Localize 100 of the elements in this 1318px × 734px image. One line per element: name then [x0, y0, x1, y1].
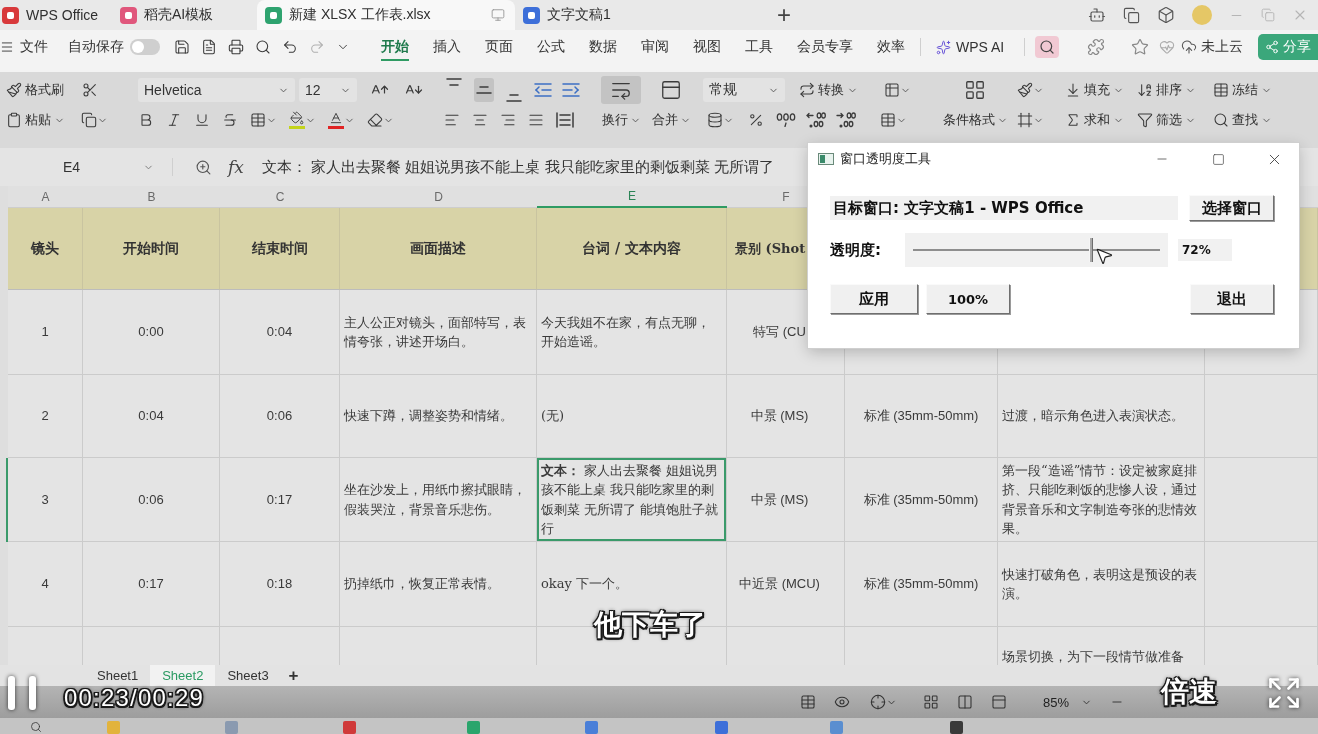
sheet-tab[interactable]: Sheet1: [85, 665, 151, 686]
eraser-icon[interactable]: [367, 112, 383, 128]
function-label[interactable]: fx: [228, 157, 244, 177]
paintbrush-icon[interactable]: [1017, 82, 1033, 98]
frame-icon[interactable]: [1017, 112, 1033, 128]
panel-icon[interactable]: [991, 694, 1007, 710]
window-tab[interactable]: WPS Office: [0, 0, 112, 30]
app-icon[interactable]: [950, 721, 963, 734]
merge-cells-button[interactable]: 合并: [648, 76, 694, 148]
undo-icon[interactable]: [282, 39, 298, 55]
paintbrush-icon[interactable]: [6, 82, 22, 98]
apply-button[interactable]: 应用: [830, 284, 918, 314]
table-icon[interactable]: [880, 112, 896, 128]
swap-arrows-icon[interactable]: [799, 82, 815, 98]
search-icon[interactable]: [1213, 112, 1229, 128]
align-lines-icon[interactable]: [446, 78, 462, 86]
slider-track[interactable]: [913, 238, 1160, 262]
filter-icon[interactable]: [1137, 112, 1153, 128]
file-menu[interactable]: 文件: [20, 38, 48, 56]
table-icon[interactable]: [800, 694, 816, 710]
increase-decimal-icon[interactable]: [836, 112, 856, 128]
search-icon[interactable]: [1035, 36, 1060, 58]
align-middle-button[interactable]: [474, 78, 494, 102]
copy-icon[interactable]: [1123, 6, 1140, 24]
database-icon[interactable]: [707, 112, 723, 128]
ribbon-tab[interactable]: 数据: [589, 33, 617, 61]
clipboard-icon[interactable]: [6, 112, 22, 128]
scissors-icon[interactable]: [82, 82, 98, 98]
columns-icon[interactable]: [957, 694, 973, 710]
grid-icon[interactable]: [250, 112, 266, 128]
window-tab[interactable]: 新建 XLSX 工作表.xlsx: [257, 0, 515, 30]
align-left-icon[interactable]: [444, 112, 460, 128]
font-family-dropdown[interactable]: Helvetica: [138, 78, 295, 102]
add-sheet-button[interactable]: +: [280, 665, 307, 686]
align-right-icon[interactable]: [500, 112, 516, 128]
font-size-dropdown[interactable]: 12: [299, 78, 357, 102]
sparkle-icon[interactable]: [936, 39, 951, 55]
ribbon-tab[interactable]: 工具: [745, 33, 773, 61]
paste-button[interactable]: 粘贴: [6, 111, 65, 129]
ribbon-tab[interactable]: 会员专享: [797, 33, 853, 61]
ribbon-button[interactable]: 冻结: [1213, 81, 1283, 99]
ribbon-tab[interactable]: 插入: [433, 33, 461, 61]
ribbon-button[interactable]: 填充: [1065, 81, 1137, 99]
ribbon-tab[interactable]: 页面: [485, 33, 513, 61]
increase-indent-icon[interactable]: [562, 83, 580, 97]
ribbon-button[interactable]: 查找: [1213, 111, 1283, 129]
sigma-icon[interactable]: [1065, 112, 1081, 128]
bold-icon[interactable]: [138, 112, 154, 128]
crosshair-icon[interactable]: [870, 694, 886, 710]
underline-icon[interactable]: [194, 112, 210, 128]
window-tab[interactable]: 稻壳AI模板: [112, 0, 257, 30]
panel-icon[interactable]: [660, 79, 682, 101]
fullscreen-icon[interactable]: [1266, 675, 1302, 711]
wrap-text-icon[interactable]: [601, 76, 641, 104]
cloud-status-button[interactable]: 未上云: [1181, 38, 1244, 56]
ribbon-tab[interactable]: 公式: [537, 33, 565, 61]
ribbon-button[interactable]: 排序: [1137, 81, 1213, 99]
cloud-upload-icon[interactable]: [1181, 39, 1198, 55]
decrease-indent-icon[interactable]: [534, 83, 552, 97]
align-justify-icon[interactable]: [528, 112, 544, 128]
wrap-text-button[interactable]: 换行: [596, 76, 646, 148]
zoom-icon[interactable]: [195, 158, 212, 176]
grid-icon[interactable]: [964, 79, 986, 101]
conditional-format-button[interactable]: 条件格式: [935, 76, 1015, 148]
strikethrough-icon[interactable]: [222, 112, 238, 128]
distributed-align-icon[interactable]: [556, 112, 574, 128]
ribbon-button[interactable]: 求和: [1065, 111, 1137, 129]
grid-icon[interactable]: [1213, 82, 1229, 98]
document-icon[interactable]: [201, 39, 217, 55]
cube-icon[interactable]: [1157, 6, 1175, 24]
zoom-level[interactable]: 85%: [1043, 694, 1070, 710]
ribbon-button[interactable]: 筛选: [1137, 111, 1213, 129]
convert-button[interactable]: 转换: [799, 81, 858, 99]
opacity-slider[interactable]: [905, 233, 1168, 267]
menu-icon[interactable]: [0, 40, 14, 54]
ribbon-tab[interactable]: 开始: [381, 33, 409, 61]
autosave-toggle[interactable]: [130, 39, 160, 55]
grid-icon[interactable]: [923, 694, 939, 710]
format-painter-button[interactable]: 格式刷: [6, 81, 64, 99]
copy-icon[interactable]: [81, 112, 97, 128]
ribbon-tab[interactable]: 视图: [693, 33, 721, 61]
star-icon[interactable]: [1131, 38, 1150, 56]
slider-thumb[interactable]: [1088, 238, 1093, 262]
italic-icon[interactable]: [166, 112, 182, 128]
choose-window-button[interactable]: 选择窗口: [1189, 195, 1274, 221]
print-icon[interactable]: [228, 39, 244, 55]
ribbon-tab[interactable]: 审阅: [641, 33, 669, 61]
save-icon[interactable]: [174, 39, 190, 55]
sheet-tab[interactable]: Sheet3: [215, 665, 281, 686]
align-center-icon[interactable]: [472, 112, 488, 128]
font-color-icon[interactable]: [328, 111, 344, 129]
fill-color-icon[interactable]: [289, 111, 305, 129]
maximize-icon[interactable]: [1211, 152, 1225, 166]
magnifier-icon[interactable]: [255, 39, 271, 55]
exit-button[interactable]: 退出: [1190, 284, 1274, 314]
share-icon[interactable]: [1265, 40, 1279, 54]
sort-icon[interactable]: [1137, 82, 1153, 98]
wps-ai-button[interactable]: WPS AI: [936, 39, 1005, 55]
table-icon[interactable]: [884, 82, 900, 98]
arrow-down-icon[interactable]: [1065, 82, 1081, 98]
